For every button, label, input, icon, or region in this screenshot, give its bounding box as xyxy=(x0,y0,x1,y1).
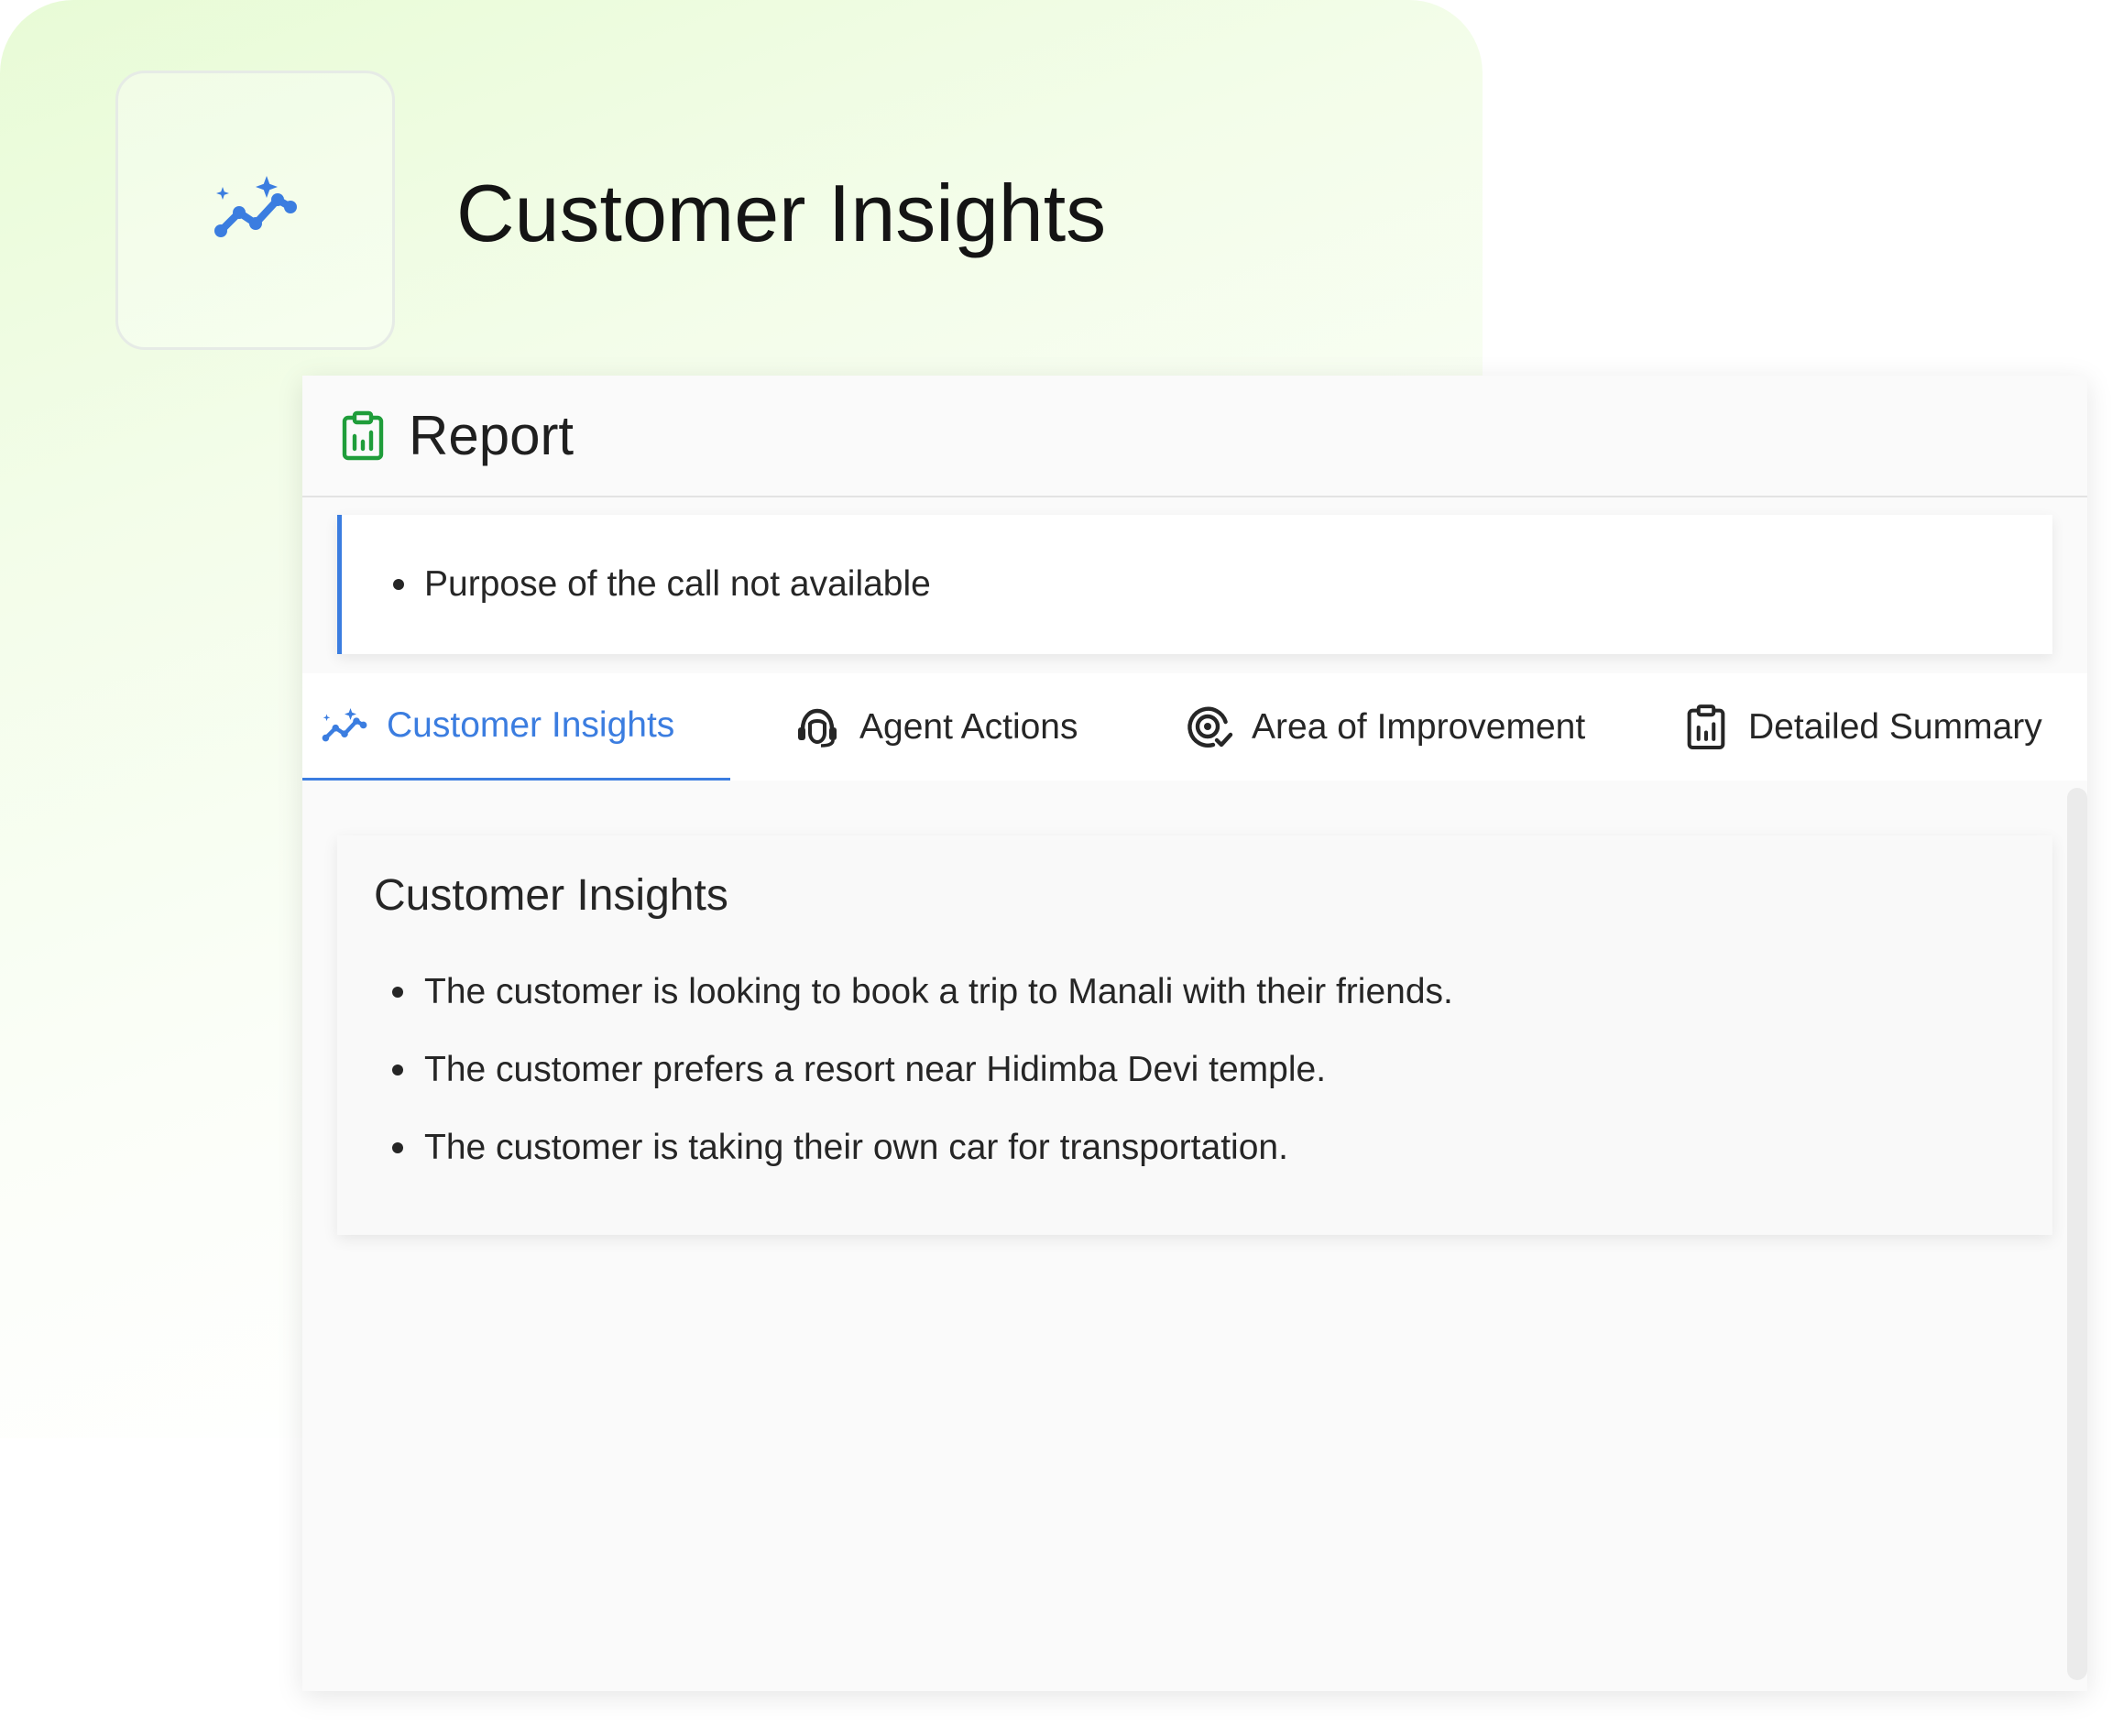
tab-area-of-improvement[interactable]: Area of Improvement xyxy=(1186,673,1585,781)
tab-bar: Customer Insights Agent Actions Area of … xyxy=(302,673,2087,781)
purpose-callout: Purpose of the call not available xyxy=(337,515,2052,654)
purpose-list: Purpose of the call not available xyxy=(342,515,931,654)
insights-list: The customer is looking to book a trip t… xyxy=(337,953,1453,1186)
section-title: Customer Insights xyxy=(374,871,728,920)
clipboard-chart-icon xyxy=(341,410,385,462)
target-check-icon xyxy=(1186,704,1233,751)
list-item: Purpose of the call not available xyxy=(342,564,931,605)
clipboard-chart-icon xyxy=(1682,704,1730,751)
report-header: Report xyxy=(302,376,2087,497)
insights-card: Customer Insights The customer is lookin… xyxy=(337,835,2052,1235)
tab-label: Detailed Summary xyxy=(1748,706,2042,747)
tab-content: Customer Insights The customer is lookin… xyxy=(302,781,2087,1691)
page: Customer Insights Report Purpose of the … xyxy=(0,0,2123,1736)
list-item: The customer prefers a resort near Hidim… xyxy=(337,1031,1453,1108)
tab-label: Area of Improvement xyxy=(1252,706,1586,747)
list-item: The customer is taking their own car for… xyxy=(337,1108,1453,1186)
vertical-scrollbar[interactable] xyxy=(2067,788,2087,1680)
tab-label: Customer Insights xyxy=(387,705,675,745)
tab-agent-actions[interactable]: Agent Actions xyxy=(793,673,1078,781)
headset-agent-icon xyxy=(793,704,841,751)
list-item: The customer is looking to book a trip t… xyxy=(337,953,1453,1031)
tab-customer-insights[interactable]: Customer Insights xyxy=(302,673,730,781)
tab-label: Agent Actions xyxy=(859,706,1078,747)
report-title: Report xyxy=(409,405,575,466)
logo-tile xyxy=(115,71,395,350)
report-card: Report Purpose of the call not available xyxy=(302,376,2087,1691)
tab-detailed-summary[interactable]: Detailed Summary xyxy=(1682,673,2042,781)
page-title: Customer Insights xyxy=(456,168,1107,258)
sparkle-trend-icon xyxy=(321,702,368,749)
sparkle-trend-icon xyxy=(212,176,300,245)
